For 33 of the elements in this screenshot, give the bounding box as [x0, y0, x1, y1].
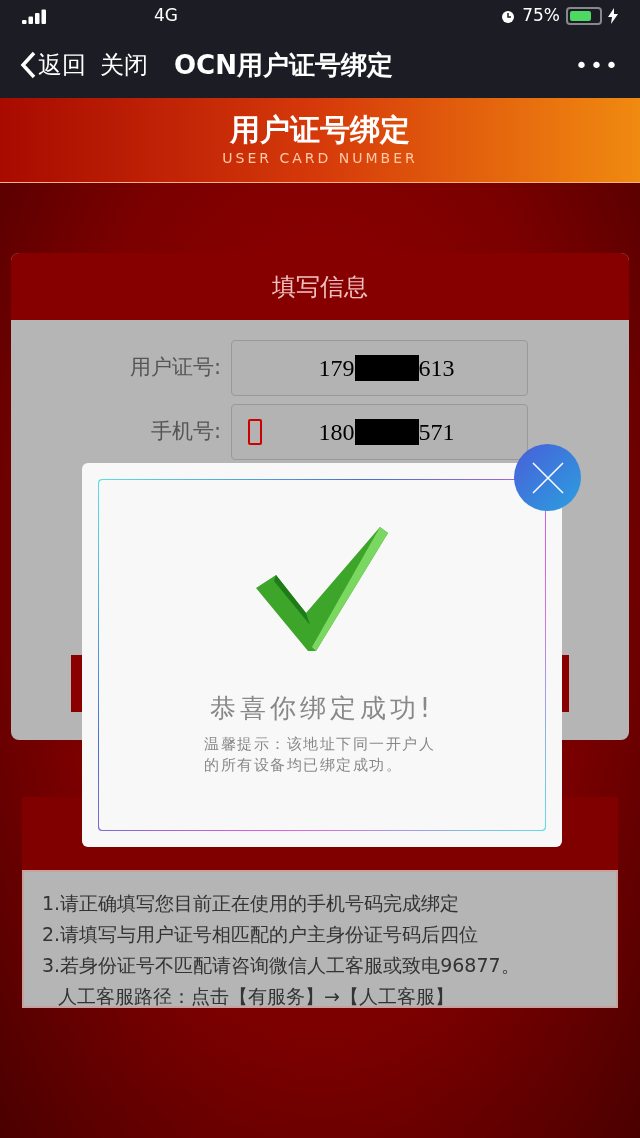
- note-line: 1.请正确填写您目前正在使用的手机号码完成绑定: [42, 891, 461, 916]
- checkmark-icon: [254, 525, 390, 653]
- phone-icon: [248, 419, 262, 445]
- back-button[interactable]: 返回: [20, 47, 86, 83]
- banner-subtitle: USER CARD NUMBER: [222, 148, 418, 168]
- note-line: 人工客服路径：点击【有服务】→【人工客服】: [57, 984, 455, 1009]
- field-value-start: 180: [318, 418, 355, 447]
- network-label: 4G: [154, 4, 178, 28]
- input-field[interactable]: 180 571: [231, 404, 528, 460]
- input-field[interactable]: 179 613: [231, 340, 528, 396]
- page-title: OCN用户证号绑定: [174, 48, 393, 82]
- battery-icon: [566, 7, 602, 25]
- success-message: 温馨提示：该地址下同一开户人的所有设备均已绑定成功。: [204, 735, 436, 775]
- success-title: 恭喜你绑定成功!: [209, 692, 435, 725]
- field-label: 手机号:: [149, 418, 222, 446]
- alarm-icon: [500, 8, 517, 24]
- redaction-bar: [354, 355, 419, 381]
- back-chevron-icon: [20, 51, 36, 79]
- redaction-bar: [354, 419, 419, 445]
- field-value-end: 613: [418, 354, 455, 383]
- note-line: 2.请填写与用户证号相匹配的户主身份证号码后四位: [42, 922, 480, 947]
- charging-icon: [608, 8, 618, 24]
- banner-title: 用户证号绑定: [230, 111, 410, 148]
- battery-percentage: 75%: [522, 4, 560, 28]
- close-icon: [530, 460, 565, 495]
- form-title: 填写信息: [272, 271, 368, 303]
- field-label: 用户证号:: [128, 354, 222, 382]
- more-button[interactable]: •••: [575, 48, 620, 82]
- field-value-end: 571: [418, 418, 455, 447]
- signal-icon: [22, 8, 48, 24]
- note-line: 3.若身份证号不匹配请咨询微信人工客服或致电96877。: [42, 953, 521, 978]
- field-value-start: 179: [318, 354, 355, 383]
- close-link[interactable]: 关闭: [100, 47, 148, 83]
